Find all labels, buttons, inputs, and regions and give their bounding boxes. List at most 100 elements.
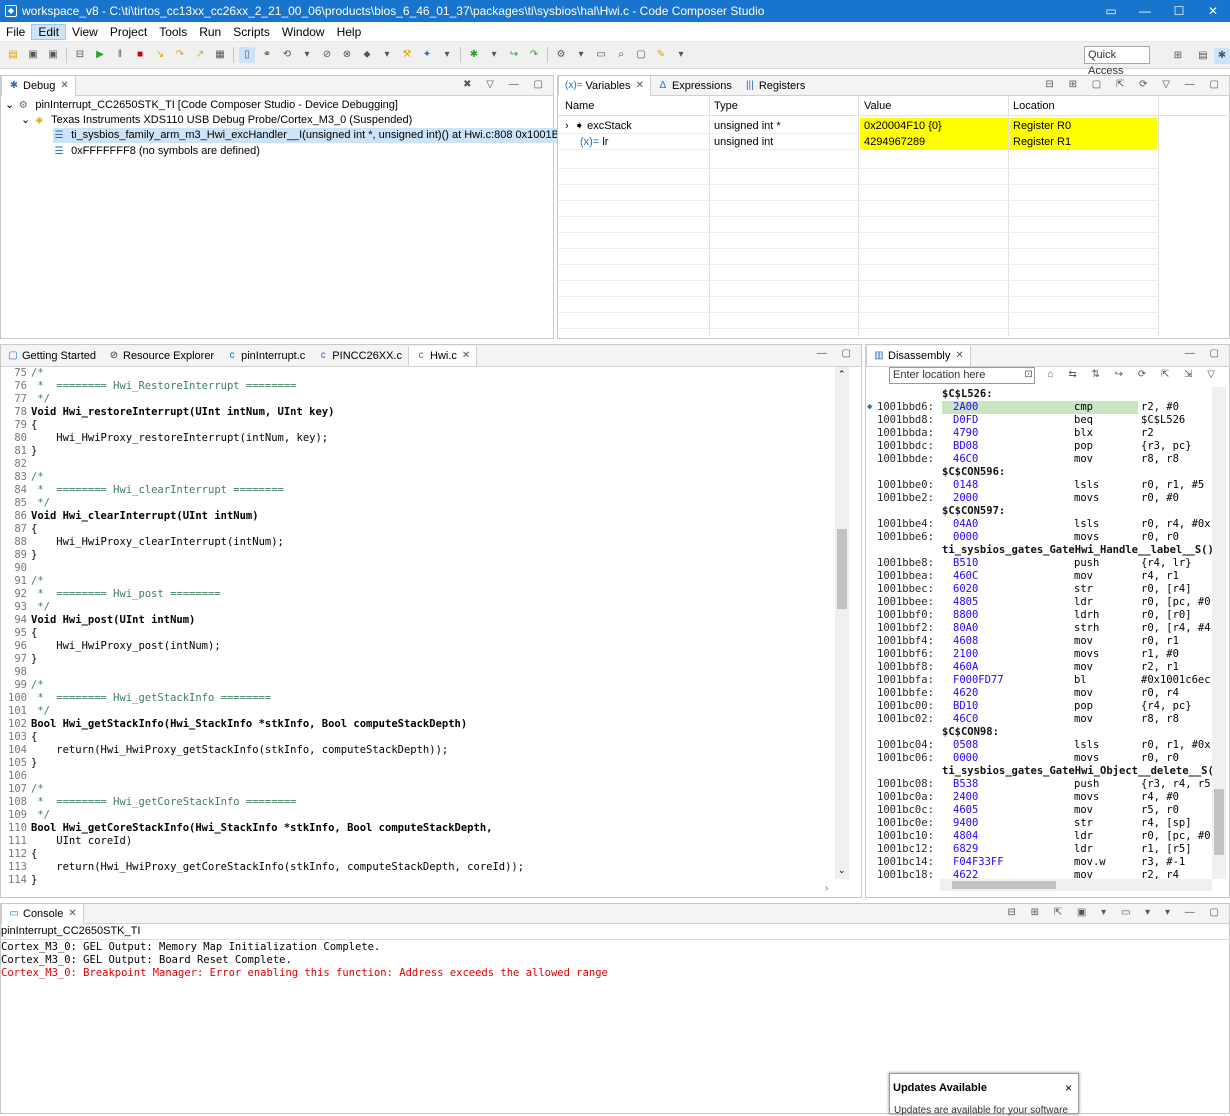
tab-resource-explorer[interactable]: ⊘ Resource Explorer bbox=[102, 346, 220, 366]
tab-disassembly[interactable]: ▥ Disassembly ✕ bbox=[866, 345, 971, 366]
column-header-location[interactable]: Location bbox=[1009, 98, 1154, 114]
column-header-name[interactable]: Name bbox=[561, 98, 706, 114]
disassembly-horizontal-scrollbar[interactable] bbox=[940, 879, 1212, 891]
suspend-icon[interactable]: ‖ bbox=[112, 47, 128, 63]
step-over-alt-icon[interactable]: ↷ bbox=[526, 47, 542, 63]
variable-value[interactable]: 4294967289 bbox=[860, 134, 1008, 150]
debug-icon[interactable]: ✦ bbox=[419, 47, 435, 63]
minimize-button[interactable]: — bbox=[1128, 4, 1162, 18]
close-icon[interactable]: ✕ bbox=[462, 350, 470, 361]
tree-item-frame-current[interactable]: ☰ ti_sysbios_family_arm_m3_Hwi_excHandle… bbox=[53, 128, 585, 143]
menu-project[interactable]: Project bbox=[104, 25, 153, 39]
menu-edit[interactable]: Edit bbox=[31, 23, 67, 40]
menu-window[interactable]: Window bbox=[276, 25, 331, 39]
scrollbar-thumb[interactable] bbox=[1214, 789, 1224, 855]
variable-value[interactable]: 0x20004F10 {0} bbox=[860, 118, 1008, 134]
step-icon[interactable]: ↪ bbox=[506, 47, 522, 63]
tab-variables[interactable]: (x)= Variables ✕ bbox=[558, 75, 651, 96]
tools-icon[interactable]: ⚙ bbox=[553, 47, 569, 63]
link-icon[interactable]: ⚭ bbox=[259, 47, 275, 63]
save-all-icon[interactable]: ▣ bbox=[45, 47, 61, 63]
menu-help[interactable]: Help bbox=[331, 25, 368, 39]
disassembly-tabbar: ▥ Disassembly ✕ — ▢ bbox=[866, 345, 1229, 367]
view-controls[interactable]: ⊟ ⊞ ▢ ⇱ ⟳ ▽ — ▢ bbox=[1045, 79, 1225, 90]
instruction-address: 1001bc14: bbox=[877, 856, 934, 868]
menu-view[interactable]: View bbox=[66, 25, 104, 39]
window-icon[interactable]: ▢ bbox=[633, 47, 649, 63]
connect-icon[interactable]: ⊟ bbox=[72, 47, 88, 63]
close-icon[interactable]: ✕ bbox=[60, 80, 68, 91]
chevron-right-icon[interactable]: › bbox=[565, 120, 569, 132]
build-icon[interactable]: ⚒ bbox=[399, 47, 415, 63]
dropdown-icon[interactable]: ▾ bbox=[439, 47, 455, 63]
instruction-opcode: 6829 bbox=[953, 843, 979, 855]
memory-icon[interactable]: ▦ bbox=[212, 47, 228, 63]
tab-debug[interactable]: ✱ Debug ✕ bbox=[1, 75, 76, 96]
menu-run[interactable]: Run bbox=[193, 25, 227, 39]
save-icon[interactable]: ▣ bbox=[25, 47, 41, 63]
terminate-icon[interactable]: ■ bbox=[132, 47, 148, 63]
close-icon[interactable]: ✕ bbox=[68, 908, 76, 919]
dropdown-icon[interactable]: ▾ bbox=[379, 47, 395, 63]
load-program-icon[interactable]: ⬥ bbox=[359, 47, 375, 63]
dropdown-icon[interactable]: ▾ bbox=[673, 47, 689, 63]
close-icon[interactable]: ✕ bbox=[955, 350, 963, 361]
reset-icon[interactable]: ⟲ bbox=[279, 47, 295, 63]
tab-registers[interactable]: ||| Registers bbox=[738, 76, 811, 96]
bug-icon[interactable]: ✱ bbox=[466, 47, 482, 63]
console-toolbar[interactable]: ⊟ ⊞ ⇱ ▣ ▾ ▭ ▾ ▾ — ▢ bbox=[1007, 907, 1225, 918]
updates-notification[interactable]: Updates Available × Updates are availabl… bbox=[889, 1073, 1079, 1116]
view-controls[interactable]: ✖ ▽ — ▢ bbox=[463, 79, 549, 90]
terminal-icon[interactable]: ▭ bbox=[593, 47, 609, 63]
tree-item-frame[interactable]: ☰ 0xFFFFFFF8 (no symbols are defined) bbox=[53, 144, 260, 159]
view-controls[interactable]: — ▢ bbox=[817, 348, 857, 359]
close-icon[interactable]: × bbox=[1065, 1081, 1072, 1095]
scroll-right-icon[interactable]: › bbox=[825, 883, 828, 894]
ccs-edit-perspective-icon[interactable]: ▤ bbox=[1195, 48, 1211, 64]
disassembly-vertical-scrollbar[interactable] bbox=[1212, 387, 1226, 879]
pin-icon[interactable]: ✎ bbox=[653, 47, 669, 63]
menu-file[interactable]: File bbox=[0, 25, 31, 39]
tab-pincc26xx[interactable]: c PINCC26XX.c bbox=[311, 346, 408, 366]
location-input[interactable]: Enter location here bbox=[889, 367, 1035, 384]
scrollbar-thumb[interactable] bbox=[837, 529, 847, 609]
search-icon[interactable]: ⌕ bbox=[613, 47, 629, 63]
close-icon[interactable]: ✕ bbox=[636, 80, 644, 91]
menu-tools[interactable]: Tools bbox=[153, 25, 193, 39]
close-button[interactable]: ✕ bbox=[1196, 4, 1230, 18]
column-header-type[interactable]: Type bbox=[710, 98, 855, 114]
restore-layout-icon[interactable]: ▭ bbox=[1094, 4, 1128, 18]
scrollbar-thumb[interactable] bbox=[952, 881, 1056, 889]
dropdown-icon[interactable]: ▾ bbox=[486, 47, 502, 63]
perspective-icon[interactable]: ⊞ bbox=[1170, 48, 1186, 64]
restart-icon[interactable]: ⊗ bbox=[339, 47, 355, 63]
step-over-icon[interactable]: ↷ bbox=[172, 47, 188, 63]
tree-item-session[interactable]: ⌄ ⚙ pinInterrupt_CC2650STK_TI [Code Comp… bbox=[5, 98, 398, 113]
skip-breakpoints-icon[interactable]: ⊘ bbox=[319, 47, 335, 63]
instruction-step-icon[interactable]: ▯ bbox=[239, 47, 255, 63]
dropdown-icon[interactable]: ▾ bbox=[573, 47, 589, 63]
tree-item-probe[interactable]: ⌄ ◈ Texas Instruments XDS110 USB Debug P… bbox=[21, 113, 412, 128]
tab-console[interactable]: ▭ Console ✕ bbox=[1, 903, 84, 924]
disassembly-toolbar[interactable]: ⊡ ⌂ ⇆ ⇅ ↪ ⟳ ⇱ ⇲ ▽ bbox=[1024, 369, 1221, 380]
new-icon[interactable]: ▤ bbox=[5, 47, 21, 63]
column-header-value[interactable]: Value bbox=[860, 98, 1005, 114]
ccs-debug-perspective-icon[interactable]: ✱ bbox=[1214, 48, 1230, 64]
quick-access-input[interactable]: Quick Access bbox=[1084, 46, 1150, 77]
chevron-down-icon[interactable]: ⌄ bbox=[5, 99, 14, 111]
tab-pininterrupt[interactable]: c pinInterrupt.c bbox=[220, 346, 311, 366]
menu-scripts[interactable]: Scripts bbox=[227, 25, 276, 39]
dropdown-icon[interactable]: ▾ bbox=[299, 47, 315, 63]
tab-expressions[interactable]: ∆ Expressions bbox=[651, 76, 738, 96]
scroll-down-icon[interactable]: ⌄ bbox=[838, 865, 846, 876]
view-controls[interactable]: — ▢ bbox=[1185, 348, 1225, 359]
maximize-button[interactable]: ☐ bbox=[1162, 4, 1196, 18]
step-return-icon[interactable]: ↗ bbox=[192, 47, 208, 63]
tab-getting-started[interactable]: ▢ Getting Started bbox=[1, 346, 102, 366]
tab-hwi[interactable]: c Hwi.c ✕ bbox=[408, 345, 478, 366]
editor-vertical-scrollbar[interactable]: ⌃ ⌄ bbox=[835, 367, 849, 879]
resume-icon[interactable]: ▶ bbox=[92, 47, 108, 63]
step-into-icon[interactable]: ↘ bbox=[152, 47, 168, 63]
scroll-up-icon[interactable]: ⌃ bbox=[838, 369, 846, 380]
chevron-down-icon[interactable]: ⌄ bbox=[21, 114, 30, 126]
